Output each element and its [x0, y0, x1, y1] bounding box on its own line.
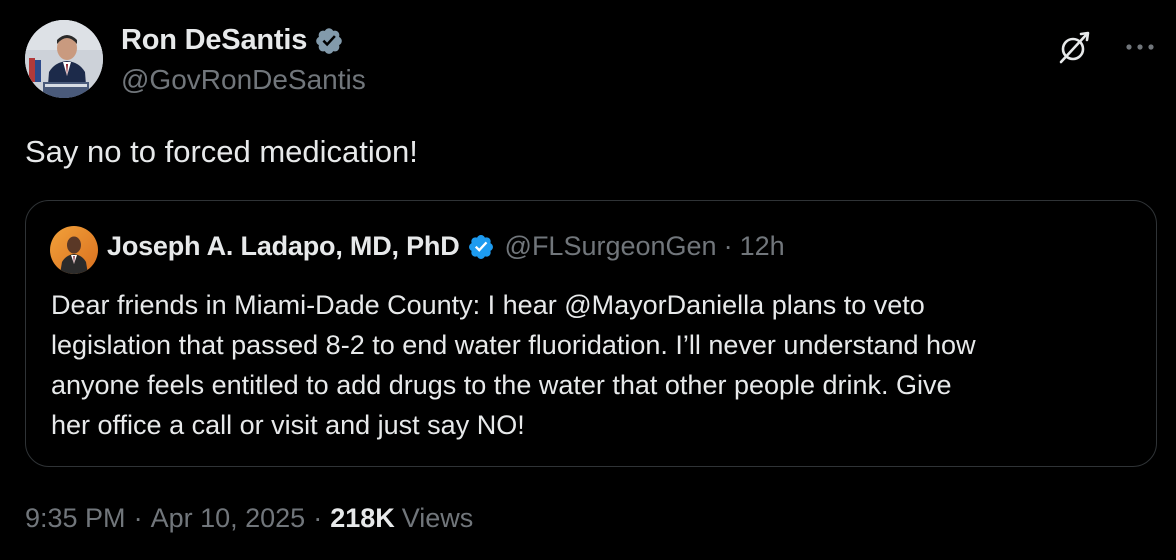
- grok-button[interactable]: [1054, 28, 1094, 68]
- separator-dot: ·: [133, 503, 143, 533]
- verified-badge-icon[interactable]: [314, 26, 344, 56]
- author-handle[interactable]: @GovRonDeSantis: [121, 64, 366, 96]
- tweet-time[interactable]: 9:35 PM: [25, 503, 126, 534]
- tweet-date[interactable]: Apr 10, 2025: [151, 503, 306, 534]
- verified-badge-icon[interactable]: [467, 233, 495, 261]
- quoted-header: Joseph A. Ladapo, MD, PhD @FLSurgeonGen …: [107, 231, 785, 262]
- separator-dot: ·: [723, 231, 733, 261]
- quoted-author-handle[interactable]: @FLSurgeonGen: [505, 231, 717, 262]
- more-icon: [1126, 44, 1154, 50]
- quoted-author-avatar[interactable]: [50, 226, 98, 274]
- views-label[interactable]: Views: [402, 503, 474, 534]
- author-name-row: Ron DeSantis: [121, 24, 344, 57]
- tweet-meta: 9:35 PM · Apr 10, 2025 · 218K Views: [25, 503, 473, 534]
- author-avatar[interactable]: [25, 20, 103, 98]
- quoted-tweet[interactable]: Joseph A. Ladapo, MD, PhD @FLSurgeonGen …: [25, 200, 1157, 467]
- avatar-photo: [50, 226, 98, 274]
- quoted-text: Dear friends in Miami-Dade County: I hea…: [51, 290, 976, 440]
- quoted-timestamp[interactable]: 12h: [740, 231, 785, 262]
- author-name[interactable]: Ron DeSantis: [121, 24, 307, 57]
- tweet-text: Say no to forced medication!: [25, 134, 418, 169]
- grok-icon: [1059, 31, 1090, 64]
- more-button[interactable]: [1120, 32, 1160, 62]
- quoted-author-name[interactable]: Joseph A. Ladapo, MD, PhD: [107, 231, 460, 262]
- views-count[interactable]: 218K: [330, 503, 395, 534]
- tweet: Ron DeSantis @GovRonDeSantis Say no to f…: [0, 0, 1176, 560]
- avatar-photo: [25, 20, 103, 98]
- separator-dot: ·: [313, 503, 323, 533]
